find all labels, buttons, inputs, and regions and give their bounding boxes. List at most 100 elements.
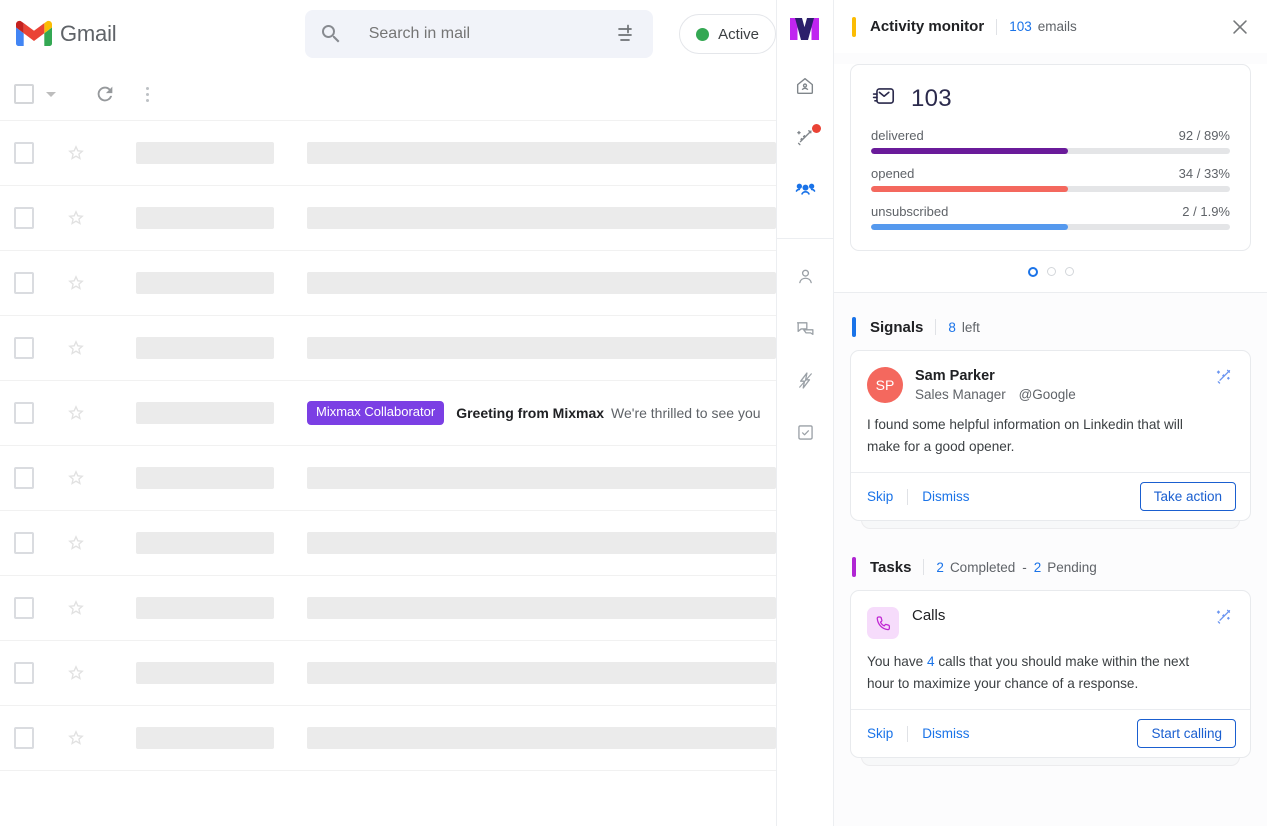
status-chip[interactable]: Active (679, 14, 776, 54)
chevron-down-icon[interactable] (40, 83, 62, 105)
signals-count: 8 (948, 320, 956, 335)
magic-wand-icon[interactable] (1214, 607, 1234, 627)
action-divider (907, 726, 908, 742)
star-icon[interactable] (66, 403, 86, 423)
sidebar-item-tasks[interactable] (785, 415, 825, 455)
star-icon[interactable] (66, 208, 86, 228)
progress-track (871, 186, 1230, 192)
row-sender-placeholder (136, 727, 274, 749)
refresh-icon[interactable] (94, 83, 116, 105)
star-icon[interactable] (66, 468, 86, 488)
row-checkbox[interactable] (14, 207, 34, 229)
tasks-title: Tasks (870, 559, 911, 576)
row-sender-placeholder (136, 142, 274, 164)
mixmax-logo[interactable] (788, 12, 822, 46)
progress-track (871, 224, 1230, 230)
gmail-header: Gmail (0, 0, 776, 68)
sidebar-item-signals[interactable] (785, 120, 825, 160)
sidebar-item-automations[interactable] (785, 363, 825, 403)
pagination-dot[interactable] (1047, 267, 1056, 276)
skip-button[interactable]: Skip (867, 489, 893, 504)
dismiss-button[interactable]: Dismiss (922, 489, 969, 504)
row-checkbox[interactable] (14, 662, 34, 684)
table-row[interactable] (0, 186, 776, 251)
mixmax-sidebar-rail (776, 0, 834, 826)
pagination-dot-active[interactable] (1028, 267, 1038, 277)
app-root: Gmail (0, 0, 1267, 826)
mixmax-collaborator-badge: Mixmax Collaborator (307, 401, 444, 424)
table-row-mixmax-email[interactable]: Mixmax Collaborator Greeting from Mixmax… (0, 381, 776, 446)
pagination-dot[interactable] (1065, 267, 1074, 276)
table-row[interactable] (0, 511, 776, 576)
table-row[interactable] (0, 706, 776, 771)
star-icon[interactable] (66, 533, 86, 553)
tasks-pending-label: Pending (1047, 560, 1097, 575)
select-all-checkbox[interactable] (14, 84, 34, 104)
signal-contact-name: Sam Parker (915, 367, 1076, 385)
table-row[interactable] (0, 446, 776, 511)
close-icon[interactable] (1229, 16, 1251, 38)
dismiss-button[interactable]: Dismiss (922, 726, 969, 741)
search-input[interactable] (343, 24, 615, 44)
sidebar-item-conversations[interactable] (785, 311, 825, 351)
star-icon[interactable] (66, 663, 86, 683)
task-call-count: 4 (927, 654, 935, 669)
sidebar-item-home[interactable] (785, 68, 825, 108)
row-sender-placeholder (136, 272, 274, 294)
table-row[interactable] (0, 576, 776, 641)
magic-wand-icon[interactable] (1214, 367, 1234, 387)
take-action-button[interactable]: Take action (1140, 482, 1236, 512)
table-row[interactable] (0, 251, 776, 316)
header-divider (996, 19, 997, 35)
row-checkbox[interactable] (14, 727, 34, 749)
gmail-window: Gmail (0, 0, 776, 826)
row-sender-placeholder (136, 467, 274, 489)
signal-text: I found some helpful information on Link… (867, 414, 1197, 458)
metric-delivered: delivered 92 / 89% (871, 128, 1230, 154)
metric-value: 2 / 1.9% (1182, 204, 1230, 219)
table-row[interactable] (0, 316, 776, 381)
row-checkbox[interactable] (14, 402, 34, 424)
search-options-icon[interactable] (615, 22, 639, 46)
metric-value: 34 / 33% (1179, 166, 1230, 181)
star-icon[interactable] (66, 598, 86, 618)
tasks-section-header: Tasks 2 Completed - 2 Pending (834, 521, 1267, 577)
row-checkbox[interactable] (14, 532, 34, 554)
row-checkbox[interactable] (14, 467, 34, 489)
signal-card: SP Sam Parker Sales Manager @Google (850, 350, 1251, 521)
more-vertical-icon[interactable] (136, 83, 158, 105)
activity-monitor-card: 103 delivered 92 / 89% opened (850, 64, 1251, 251)
star-icon[interactable] (66, 728, 86, 748)
task-text-pre: You have (867, 654, 927, 669)
signals-accent-bar (852, 317, 856, 337)
star-icon[interactable] (66, 273, 86, 293)
header-divider (923, 559, 924, 575)
status-chip-label: Active (718, 26, 759, 43)
tasks-pending-count: 2 (1034, 560, 1042, 575)
start-calling-button[interactable]: Start calling (1137, 719, 1236, 749)
sidebar-item-profile[interactable] (785, 259, 825, 299)
email-count-label: emails (1038, 19, 1077, 34)
metric-label: unsubscribed (871, 204, 948, 219)
row-checkbox[interactable] (14, 337, 34, 359)
table-row[interactable] (0, 121, 776, 186)
skip-button[interactable]: Skip (867, 726, 893, 741)
row-sender-placeholder (136, 532, 274, 554)
sidebar-item-contacts[interactable] (785, 172, 825, 212)
star-icon[interactable] (66, 338, 86, 358)
table-row[interactable] (0, 641, 776, 706)
page-title: Activity monitor (870, 18, 984, 35)
row-checkbox[interactable] (14, 272, 34, 294)
action-divider (907, 489, 908, 505)
progress-fill (871, 224, 1068, 230)
metric-value: 92 / 89% (1179, 128, 1230, 143)
phone-icon (867, 607, 899, 639)
gmail-search-bar[interactable] (305, 10, 653, 58)
row-checkbox[interactable] (14, 597, 34, 619)
row-subject-placeholder (307, 467, 776, 489)
row-subject-placeholder (307, 207, 776, 229)
metric-unsubscribed: unsubscribed 2 / 1.9% (871, 204, 1230, 230)
star-icon[interactable] (66, 143, 86, 163)
panel-header: Activity monitor 103 emails (834, 0, 1267, 53)
row-checkbox[interactable] (14, 142, 34, 164)
